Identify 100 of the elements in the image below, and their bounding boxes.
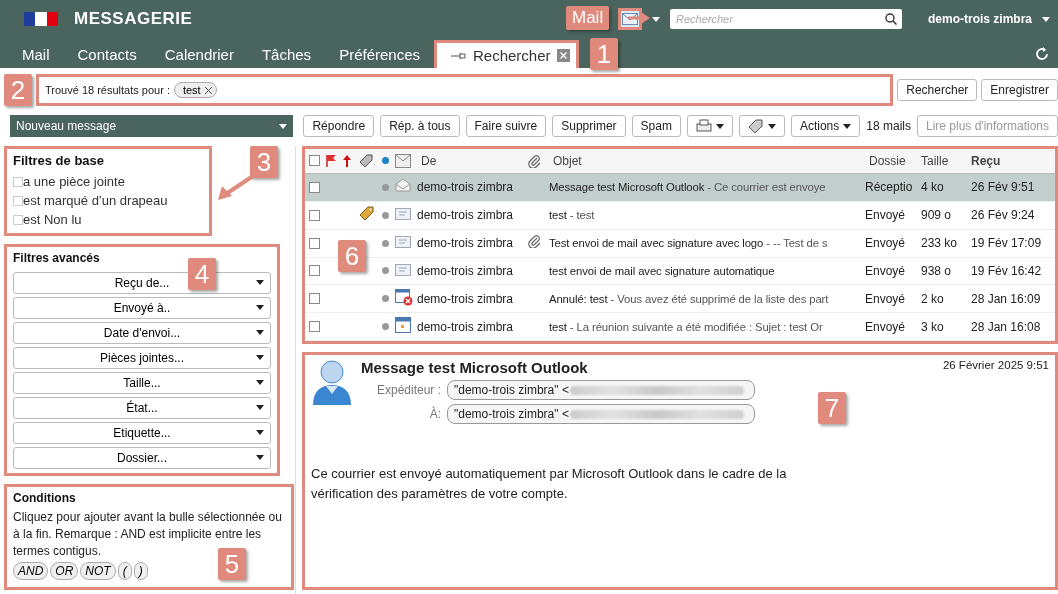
date-cell-text: 19 Fév 16:42 bbox=[970, 263, 1043, 278]
app-tab[interactable]: Calendrier bbox=[150, 40, 248, 68]
tag-menu-button[interactable] bbox=[738, 115, 785, 137]
size-cell-text: 2 ko bbox=[920, 291, 945, 306]
help-envelope-icon[interactable] bbox=[395, 154, 411, 168]
actions-menu-button[interactable]: Actions bbox=[790, 115, 861, 137]
mail-type-button[interactable] bbox=[618, 8, 642, 30]
up-arrow-icon[interactable] bbox=[343, 155, 351, 167]
flag-icon[interactable] bbox=[325, 154, 337, 168]
date-cell-text: 28 Jan 16:09 bbox=[970, 291, 1042, 306]
print-menu-button[interactable] bbox=[686, 115, 733, 137]
column-header[interactable]: Reçu bbox=[967, 154, 1055, 168]
subject-cell-text: Annulé: test - Vous avez été supprimé de la liste des part bbox=[549, 292, 830, 305]
read-status-dot[interactable] bbox=[382, 295, 389, 303]
app-tab[interactable]: Rechercher bbox=[434, 40, 579, 68]
read-status-dot[interactable] bbox=[382, 239, 389, 247]
folder-cell-text: Envoyé bbox=[865, 208, 907, 223]
caret-icon bbox=[715, 123, 724, 129]
sender-cell-text: demo-trois zimbra bbox=[417, 291, 515, 306]
app-tab[interactable]: Tâches bbox=[247, 40, 326, 68]
annotation-arrow bbox=[628, 12, 650, 24]
app-tab[interactable]: Mail bbox=[8, 40, 64, 68]
filter-dropdown[interactable]: Pièces jointes... bbox=[13, 347, 271, 369]
subject-cell-text: test - test bbox=[549, 209, 596, 222]
size-cell-text: 3 ko bbox=[920, 319, 945, 334]
refresh-icon[interactable] bbox=[1034, 46, 1050, 62]
close-icon[interactable] bbox=[556, 49, 570, 62]
row-checkbox[interactable] bbox=[309, 265, 320, 277]
row-checkbox[interactable] bbox=[309, 321, 320, 333]
sender-cell-text: demo-trois zimbra bbox=[417, 319, 515, 334]
row-checkbox[interactable] bbox=[309, 209, 320, 221]
unread-dot-icon[interactable] bbox=[382, 157, 389, 165]
step-number-badge: 2 bbox=[4, 74, 32, 106]
operator-button[interactable]: NOT bbox=[80, 562, 116, 580]
panel-title: Filtres de base bbox=[13, 153, 106, 168]
open-envelope-icon bbox=[395, 178, 411, 193]
message-date: 26 Février 2025 9:51 bbox=[942, 359, 1049, 373]
step-number-badge: 7 bbox=[818, 392, 846, 424]
search-field[interactable]: Rechercher bbox=[670, 9, 902, 29]
read-status-dot[interactable] bbox=[382, 211, 389, 219]
toolbar-button[interactable]: Faire suivre bbox=[465, 115, 547, 137]
row-checkbox[interactable] bbox=[309, 293, 320, 305]
read-status-dot[interactable] bbox=[382, 323, 389, 331]
subject-cell-text: test - La réunion suivante a été modifiée : Sujet : test Or bbox=[549, 320, 824, 333]
column-header[interactable]: Objet bbox=[549, 154, 865, 168]
filter-dropdown[interactable]: Etiquette... bbox=[13, 422, 271, 444]
user-menu[interactable]: demo-trois zimbra bbox=[928, 12, 1032, 26]
caret-icon[interactable] bbox=[1042, 16, 1050, 22]
column-header[interactable]: Dossie bbox=[865, 154, 917, 168]
message-row[interactable]: demo-trois zimbra Message test Microsoft Outlook - Ce courrier est envoye Réceptio 4 ko 26 Fév 9:51 bbox=[305, 173, 1055, 202]
tag-icon bbox=[747, 119, 764, 133]
printer-icon bbox=[695, 119, 712, 133]
person-avatar-icon bbox=[311, 359, 353, 405]
size-cell-text: 938 o bbox=[920, 263, 953, 278]
operator-button[interactable]: AND bbox=[13, 562, 49, 580]
search-action-button[interactable]: Enregistrer bbox=[981, 79, 1058, 101]
new-message-button[interactable]: Nouveau message bbox=[10, 115, 294, 137]
search-term-chip[interactable]: test bbox=[173, 82, 217, 98]
filter-checkbox[interactable]: a une pièce jointe bbox=[13, 172, 203, 191]
read-status-dot[interactable] bbox=[382, 267, 389, 275]
filter-dropdown[interactable]: Envoyé à.. bbox=[13, 297, 271, 319]
row-checkbox[interactable] bbox=[309, 181, 320, 193]
filter-dropdown[interactable]: Date d'envoi... bbox=[13, 322, 271, 344]
sender-cell-text: demo-trois zimbra bbox=[417, 236, 515, 251]
select-all-checkbox[interactable] bbox=[309, 155, 320, 167]
subject-cell-text: Message test Microsoft Outlook - Ce courrier est envoye bbox=[549, 181, 827, 194]
operator-button[interactable]: ( bbox=[117, 562, 132, 580]
column-header[interactable]: De bbox=[417, 154, 527, 168]
filter-checkbox[interactable]: est Non lu bbox=[13, 210, 203, 229]
caret-icon[interactable] bbox=[279, 123, 288, 129]
tag-icon[interactable] bbox=[359, 154, 373, 168]
filter-dropdown[interactable]: Taille... bbox=[13, 372, 271, 394]
paperclip-icon bbox=[527, 234, 541, 249]
toolbar-button[interactable]: Supprimer bbox=[552, 115, 626, 137]
app-tab[interactable]: Contacts bbox=[63, 40, 151, 68]
close-icon[interactable] bbox=[204, 86, 212, 94]
address-bubble[interactable]: "demo-trois zimbra" < bbox=[447, 380, 755, 400]
operator-button[interactable]: ) bbox=[133, 562, 148, 580]
address-bubble[interactable]: "demo-trois zimbra" < bbox=[447, 404, 755, 424]
toolbar-button[interactable]: Répondre bbox=[303, 115, 375, 137]
mail-count: 18 mails bbox=[866, 119, 911, 133]
caret-icon[interactable] bbox=[652, 16, 660, 22]
size-cell-text: 909 o bbox=[920, 208, 953, 223]
operator-button[interactable]: OR bbox=[50, 562, 79, 580]
read-status-dot[interactable] bbox=[382, 183, 389, 191]
filter-dropdown[interactable]: État... bbox=[13, 397, 271, 419]
toolbar-button[interactable]: Rép. à tous bbox=[380, 115, 460, 137]
size-cell-text: 233 ko bbox=[920, 236, 959, 251]
sender-cell-text: demo-trois zimbra bbox=[417, 180, 515, 195]
search-icon[interactable] bbox=[885, 13, 897, 25]
toolbar-button[interactable]: Spam bbox=[631, 115, 681, 137]
folder-cell-text: Envoyé bbox=[865, 319, 907, 334]
app-tab[interactable]: Préférences bbox=[325, 40, 434, 68]
search-action-button[interactable]: Rechercher bbox=[897, 79, 978, 101]
date-cell-text: 28 Jan 16:08 bbox=[970, 319, 1042, 334]
filter-checkbox[interactable]: est marqué d’un drapeau bbox=[13, 191, 203, 210]
filter-dropdown[interactable]: Dossier... bbox=[13, 447, 271, 469]
column-header[interactable]: Taille bbox=[917, 154, 967, 168]
folder-cell-text: Envoyé bbox=[865, 263, 907, 278]
row-checkbox[interactable] bbox=[309, 237, 320, 249]
